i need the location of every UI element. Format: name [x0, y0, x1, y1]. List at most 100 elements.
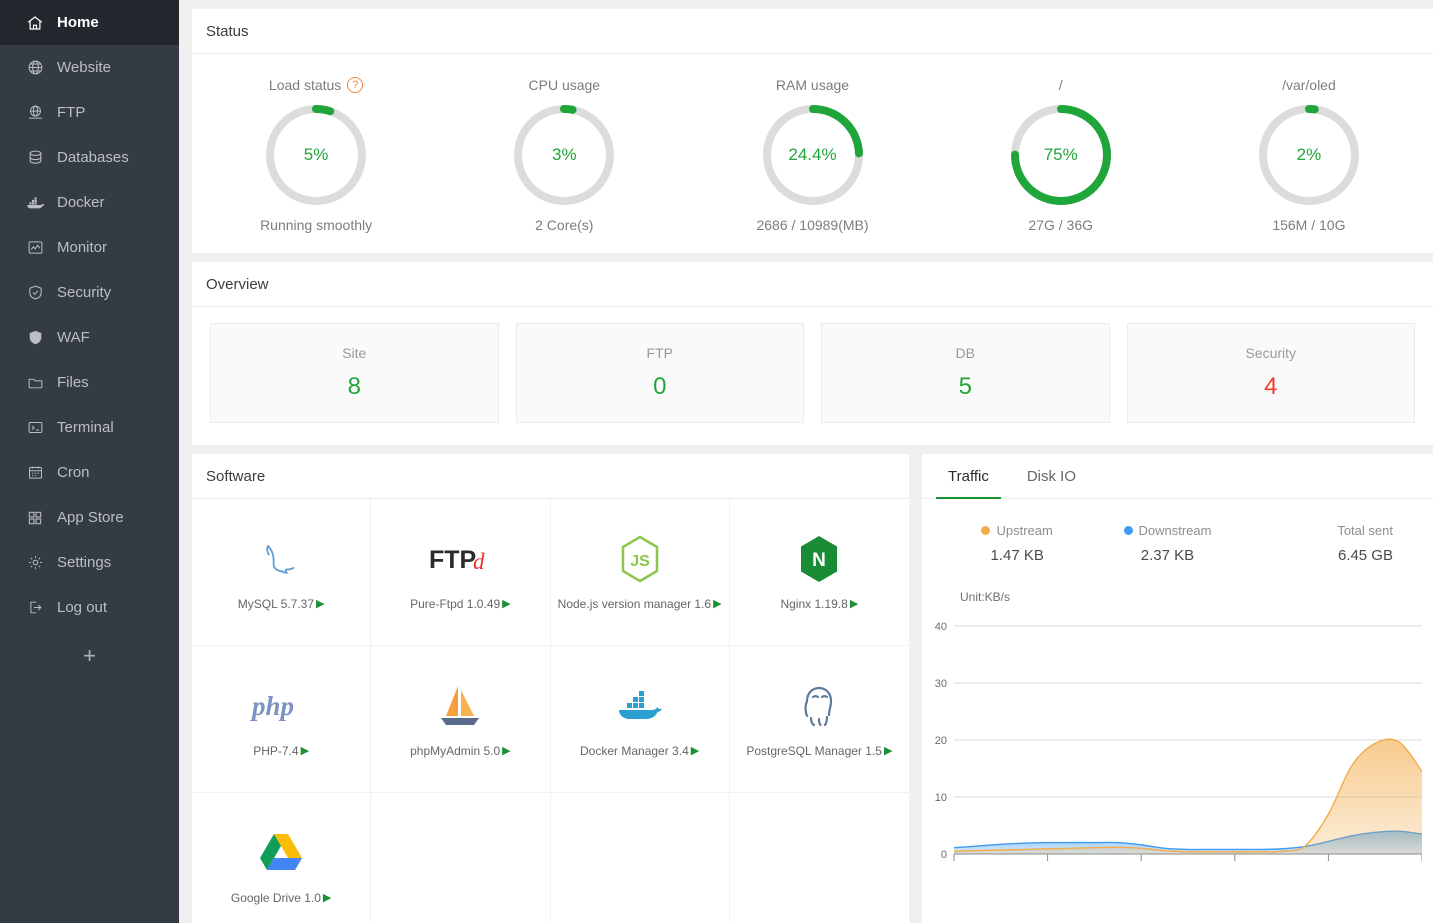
overview-card-value: 5 [959, 373, 972, 401]
software-item-name: Docker Manager 3.4 [580, 744, 689, 758]
start-icon[interactable]: ▶ [316, 599, 324, 610]
start-icon[interactable]: ▶ [691, 746, 699, 757]
software-item-name: Pure-Ftpd 1.0.49 [410, 597, 500, 611]
sidebar-item-ftp[interactable]: FTP [0, 90, 179, 135]
gauge-subtext: 156M / 10G [1185, 217, 1433, 233]
main-content: Status Load status ? 5% Runnin [179, 0, 1433, 923]
overview-card-site[interactable]: Site 8 [210, 323, 499, 423]
traffic-chart: 010203040 [922, 604, 1433, 876]
status-panel-header: Status [192, 9, 1433, 54]
software-item-postgresql-manager[interactable]: PostgreSQL Manager 1.5 ▶ [730, 646, 909, 793]
docker-icon [25, 193, 45, 213]
sidebar-spacer [0, 682, 179, 923]
sidebar-item-docker[interactable]: Docker [0, 180, 179, 225]
traffic-stat-label-row: Total sent [1243, 523, 1393, 538]
gauge-subtext: 27G / 36G [937, 217, 1185, 233]
software-item-name: phpMyAdmin 5.0 [410, 744, 500, 758]
software-item-name-row: phpMyAdmin 5.0 ▶ [410, 744, 511, 758]
traffic-stat-label-row: Upstream [942, 523, 1092, 538]
software-item-google-drive[interactable]: Google Drive 1.0 ▶ [192, 793, 371, 923]
software-item-mysql[interactable]: MySQL 5.7.37 ▶ [192, 499, 371, 646]
overview-card-security[interactable]: Security 4 [1127, 323, 1416, 423]
sidebar-item-security[interactable]: Security [0, 270, 179, 315]
software-grid-empty-cell [551, 793, 730, 923]
start-icon[interactable]: ▶ [323, 893, 331, 904]
start-icon[interactable]: ▶ [850, 599, 858, 610]
software-item-docker-manager[interactable]: Docker Manager 3.4 ▶ [551, 646, 730, 793]
software-item-nginx[interactable]: N Nginx 1.19.8 ▶ [730, 499, 909, 646]
overview-card-value: 4 [1264, 373, 1277, 401]
gauge-value: 3% [512, 103, 616, 207]
software-item-name-row: Nginx 1.19.8 ▶ [780, 597, 858, 611]
software-item-name-row: PHP-7.4 ▶ [253, 744, 309, 758]
sidebar-item-settings[interactable]: Settings [0, 540, 179, 585]
sidebar-item-waf[interactable]: WAF [0, 315, 179, 360]
start-icon[interactable]: ▶ [884, 746, 892, 757]
software-item-pure-ftpd[interactable]: FTP d Pure-Ftpd 1.0.49 ▶ [371, 499, 550, 646]
google-drive-icon [258, 827, 304, 879]
traffic-stat-label: Total sent [1337, 523, 1393, 538]
overview-card-db[interactable]: DB 5 [821, 323, 1110, 423]
overview-card-value: 0 [653, 373, 666, 401]
overview-panel-header: Overview [192, 262, 1433, 307]
gauge-cpu-usage: CPU usage 3% 2 Core(s) [440, 76, 688, 233]
software-item-name-row: Google Drive 1.0 ▶ [231, 891, 332, 905]
sidebar-item-files[interactable]: Files [0, 360, 179, 405]
software-grid-empty-cell [730, 793, 909, 923]
sidebar-item-label: Cron [57, 465, 90, 480]
sidebar-item-terminal[interactable]: Terminal [0, 405, 179, 450]
donut-chart: 24.4% [761, 103, 865, 207]
svg-text:JS: JS [630, 553, 650, 570]
software-grid-empty-cell [371, 793, 550, 923]
folder-icon [25, 373, 45, 393]
sidebar-item-databases[interactable]: Databases [0, 135, 179, 180]
start-icon[interactable]: ▶ [502, 746, 510, 757]
sidebar-item-monitor[interactable]: Monitor [0, 225, 179, 270]
tab-traffic[interactable]: Traffic [936, 454, 1001, 499]
sidebar-item-label: Docker [57, 195, 105, 210]
gauge-subtext: 2 Core(s) [440, 217, 688, 233]
downstream-legend-dot [1124, 526, 1133, 535]
gear-icon [25, 553, 45, 573]
sidebar-item-label: Files [57, 375, 89, 390]
traffic-stat-value: 1.47 KB [942, 547, 1092, 564]
svg-text:N: N [813, 550, 827, 571]
sidebar-item-label: Security [57, 285, 111, 300]
postgresql-elephant-icon [797, 680, 841, 732]
tab-disk-io[interactable]: Disk IO [1015, 454, 1088, 499]
svg-text:40: 40 [935, 621, 947, 633]
traffic-chart-svg: 010203040 [922, 604, 1422, 876]
sidebar-item-app-store[interactable]: App Store [0, 495, 179, 540]
panel-title: Status [206, 23, 249, 40]
svg-text:10: 10 [935, 792, 947, 804]
sidebar-item-log-out[interactable]: Log out [0, 585, 179, 630]
panel-title: Software [206, 468, 265, 485]
gauge-title: CPU usage [529, 77, 601, 93]
sidebar-item-website[interactable]: Website [0, 45, 179, 90]
traffic-stat-label: Downstream [1139, 523, 1212, 538]
software-item-nodejs[interactable]: JS Node.js version manager 1.6 ▶ [551, 499, 730, 646]
overview-card-value: 8 [348, 373, 361, 401]
help-icon[interactable]: ? [347, 77, 363, 93]
overview-card-ftp[interactable]: FTP 0 [516, 323, 805, 423]
sidebar-add-button[interactable]: + [0, 630, 179, 682]
sidebar-item-label: Databases [57, 150, 129, 165]
gauge-root-disk: / 75% 27G / 36G [937, 76, 1185, 233]
traffic-stat-label-row: Downstream [1092, 523, 1242, 538]
start-icon[interactable]: ▶ [502, 599, 510, 610]
svg-text:d: d [473, 549, 485, 574]
start-icon[interactable]: ▶ [301, 746, 309, 757]
sidebar-item-label: Log out [57, 600, 107, 615]
software-item-php[interactable]: php PHP-7.4 ▶ [192, 646, 371, 793]
sidebar-item-label: FTP [57, 105, 85, 120]
sidebar-item-home[interactable]: Home [0, 0, 179, 45]
sidebar-item-label: Website [57, 60, 111, 75]
sidebar: Home Website FTP Databases [0, 0, 179, 923]
start-icon[interactable]: ▶ [713, 599, 721, 610]
home-icon [25, 13, 45, 33]
software-item-phpmyadmin[interactable]: phpMyAdmin 5.0 ▶ [371, 646, 550, 793]
gauge-title-row: Load status ? [192, 76, 440, 94]
gauge-load-status: Load status ? 5% Running smoothly [192, 76, 440, 233]
sidebar-item-cron[interactable]: Cron [0, 450, 179, 495]
donut-chart: 5% [264, 103, 368, 207]
